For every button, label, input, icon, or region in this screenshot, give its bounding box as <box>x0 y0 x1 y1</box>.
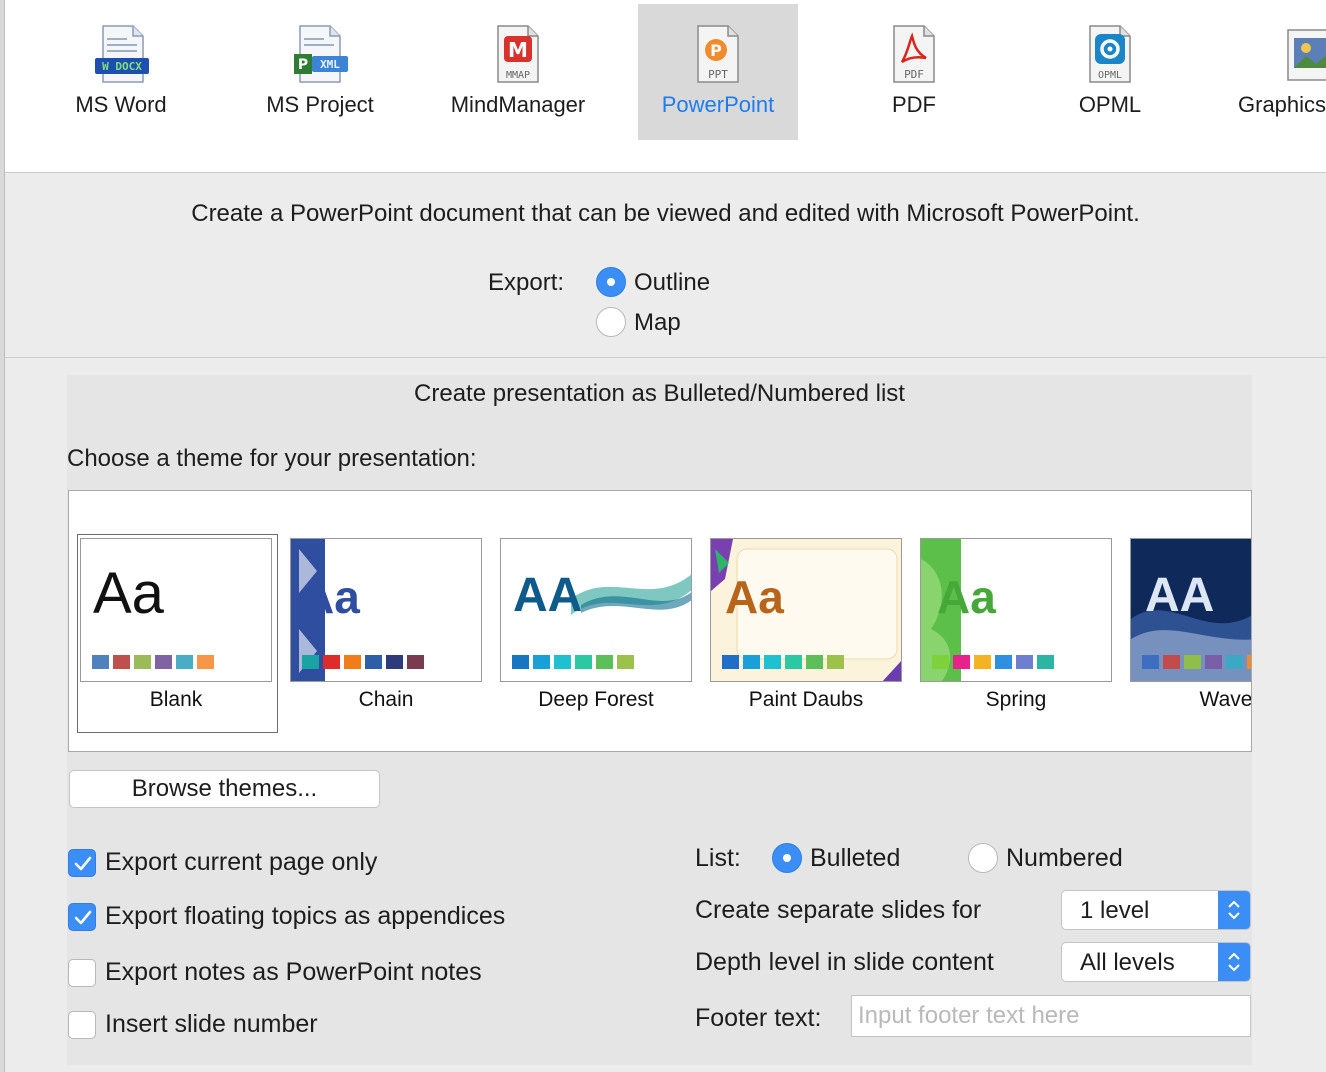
footer-text-input[interactable] <box>851 995 1251 1037</box>
checkmark-icon <box>74 856 92 871</box>
format-pdf[interactable]: PDF PDF <box>834 4 994 140</box>
svg-text:P: P <box>298 57 308 73</box>
theme-wave[interactable]: AA Wave <box>1130 538 1252 712</box>
theme-sample-text: AA <box>1145 569 1214 622</box>
theme-name: Spring <box>985 688 1047 711</box>
separate-slides-label: Create separate slides for <box>695 896 982 924</box>
list-numbered-label[interactable]: Numbered <box>1006 844 1123 873</box>
export-floating-topics-label[interactable]: Export floating topics as appendices <box>105 902 505 931</box>
theme-prompt: Choose a theme for your presentation: <box>67 445 477 472</box>
svg-text:OPML: OPML <box>1098 70 1122 81</box>
format-label: PDF <box>892 92 936 117</box>
theme-deep-forest[interactable]: AA Deep Forest <box>500 538 692 712</box>
checkmark-icon <box>74 910 92 925</box>
theme-spring[interactable]: Aa Spring <box>920 538 1112 712</box>
theme-gallery: Aa Blank Aa Chain AA Deep Forest Aa Pain… <box>68 490 1252 752</box>
format-ms-project[interactable]: P XML MS Project <box>240 4 400 140</box>
stepper-arrows-icon <box>1218 943 1250 981</box>
format-label: Graphics <box>1238 92 1326 117</box>
theme-sample-text: AA <box>513 569 582 622</box>
ppt-icon: P PPT <box>697 25 739 83</box>
theme-paint-daubs[interactable]: Aa Paint Daubs <box>710 538 902 712</box>
format-label: MS Word <box>75 92 167 117</box>
browse-themes-button[interactable]: Browse themes... <box>69 770 380 808</box>
format-description: Create a PowerPoint document that can be… <box>191 200 1140 227</box>
svg-text:P: P <box>710 41 722 60</box>
format-graphics[interactable]: Graphics <box>1226 4 1326 140</box>
insert-slide-number-label[interactable]: Insert slide number <box>105 1010 318 1039</box>
list-label: List: <box>695 844 741 872</box>
format-label: MS Project <box>266 92 374 117</box>
export-current-page-label[interactable]: Export current page only <box>105 848 377 877</box>
export-outline-label[interactable]: Outline <box>634 269 710 297</box>
theme-thumbnail: AA <box>1130 538 1251 682</box>
panel-title: Create presentation as Bulleted/Numbered… <box>414 380 905 407</box>
theme-name: Chain <box>358 688 414 711</box>
theme-name: Paint Daubs <box>748 688 864 711</box>
format-label: MindManager <box>450 92 586 117</box>
depth-level-select[interactable]: All levels <box>1061 942 1251 982</box>
separate-slides-value: 1 level <box>1080 897 1150 924</box>
format-label: PowerPoint <box>661 92 775 117</box>
theme-blank[interactable]: Aa Blank <box>80 538 272 712</box>
pdf-icon: PDF <box>893 25 935 83</box>
export-map-label[interactable]: Map <box>634 309 681 337</box>
xml-icon: P XML <box>294 25 348 83</box>
format-opml[interactable]: OPML OPML <box>1030 4 1190 140</box>
docx-icon: W DOCX <box>95 25 149 83</box>
theme-sample-text: Aa <box>93 561 165 626</box>
mmap-icon: M MMAP <box>497 25 539 83</box>
export-map-radio[interactable] <box>596 307 626 337</box>
export-current-page-checkbox[interactable] <box>68 849 96 877</box>
theme-name: Deep Forest <box>538 688 654 711</box>
theme-thumbnail: Aa <box>920 538 1112 682</box>
svg-text:M: M <box>508 38 528 62</box>
svg-text:MMAP: MMAP <box>506 70 530 81</box>
list-bulleted-label[interactable]: Bulleted <box>810 844 900 873</box>
theme-sample-text: Aa <box>301 571 360 623</box>
theme-thumbnail: Aa <box>80 538 272 682</box>
footer-text-label: Footer text: <box>695 1004 822 1032</box>
theme-thumbnail: AA <box>500 538 692 682</box>
powerpoint-export-dialog: W DOCX MS Word P XML MS Project M MMAP M… <box>0 0 1326 1072</box>
format-ms-word[interactable]: W DOCX MS Word <box>41 4 201 140</box>
export-floating-topics-checkbox[interactable] <box>68 903 96 931</box>
export-label: Export: <box>488 269 565 296</box>
export-outline-radio[interactable] <box>596 267 626 297</box>
graphics-icon <box>1287 29 1326 81</box>
stepper-arrows-icon <box>1218 891 1250 929</box>
theme-sample-text: Aa <box>937 571 996 623</box>
export-notes-label[interactable]: Export notes as PowerPoint notes <box>105 958 482 987</box>
format-toolbar: W DOCX MS Word P XML MS Project M MMAP M… <box>5 0 1326 173</box>
svg-text:PPT: PPT <box>708 68 728 81</box>
list-numbered-radio[interactable] <box>968 843 998 873</box>
export-notes-checkbox[interactable] <box>68 959 96 987</box>
theme-thumbnail: Aa <box>710 538 902 682</box>
theme-name: Wave <box>1199 688 1252 711</box>
depth-level-label: Depth level in slide content <box>695 948 994 976</box>
opml-icon: OPML <box>1089 25 1131 83</box>
theme-name: Blank <box>149 688 203 711</box>
format-powerpoint[interactable]: P PPT PowerPoint <box>638 4 798 140</box>
svg-text:XML: XML <box>320 58 340 71</box>
theme-thumbnail: Aa <box>290 538 482 682</box>
insert-slide-number-checkbox[interactable] <box>68 1011 96 1039</box>
format-mindmanager[interactable]: M MMAP MindManager <box>438 4 598 140</box>
theme-sample-text: Aa <box>725 571 784 623</box>
theme-chain[interactable]: Aa Chain <box>290 538 482 712</box>
format-label: OPML <box>1078 92 1142 117</box>
depth-level-value: All levels <box>1080 949 1175 976</box>
list-bulleted-radio[interactable] <box>772 843 802 873</box>
separate-slides-select[interactable]: 1 level <box>1061 890 1251 930</box>
section-divider <box>5 357 1326 358</box>
svg-text:W DOCX: W DOCX <box>102 60 142 73</box>
svg-text:PDF: PDF <box>904 68 924 81</box>
